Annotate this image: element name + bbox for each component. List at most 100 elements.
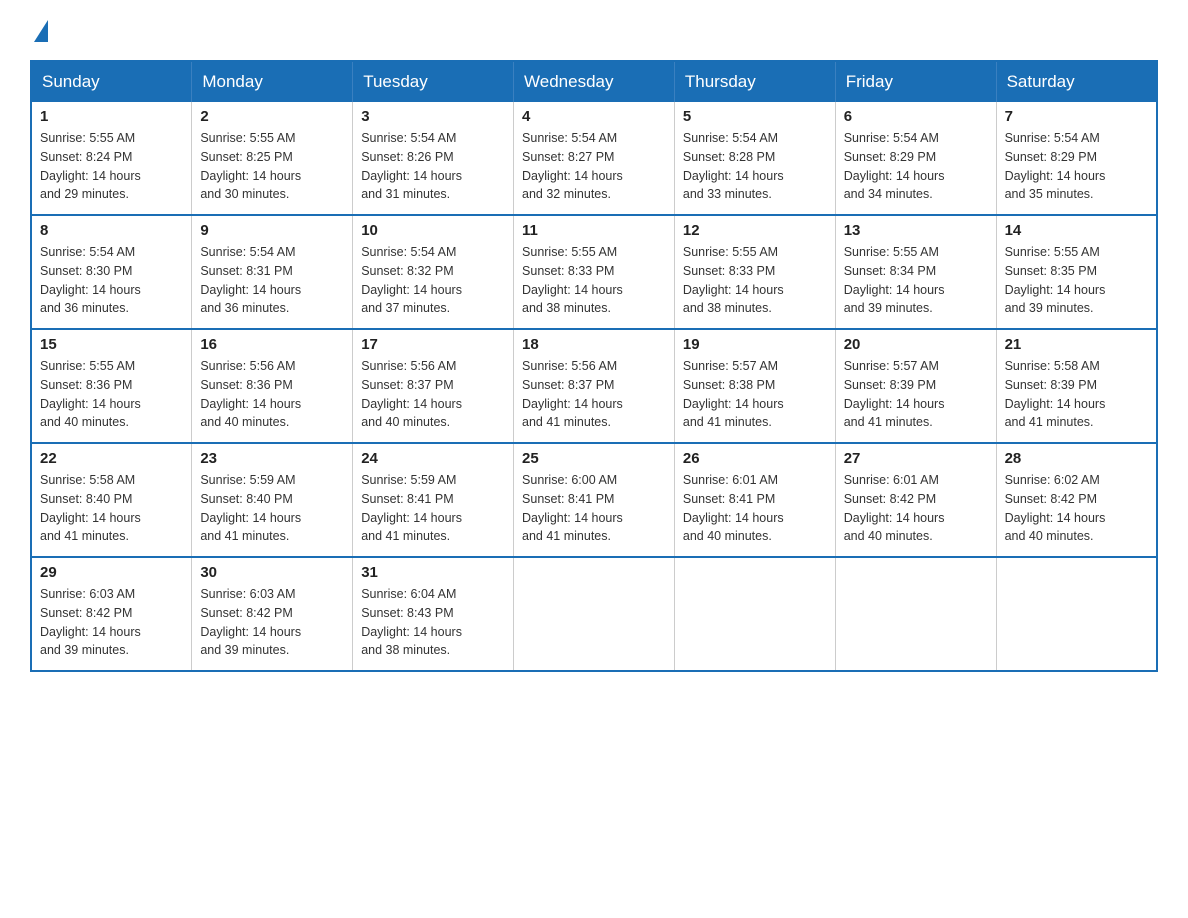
day-number: 14 [1005, 222, 1148, 239]
calendar-cell [996, 557, 1157, 671]
header-thursday: Thursday [674, 61, 835, 102]
day-info: Sunrise: 5:55 AMSunset: 8:35 PMDaylight:… [1005, 245, 1106, 315]
logo-triangle-icon [34, 20, 48, 42]
day-info: Sunrise: 6:03 AMSunset: 8:42 PMDaylight:… [40, 587, 141, 657]
day-number: 22 [40, 450, 183, 467]
day-number: 5 [683, 108, 827, 125]
day-number: 8 [40, 222, 183, 239]
day-info: Sunrise: 5:54 AMSunset: 8:26 PMDaylight:… [361, 131, 462, 201]
day-info: Sunrise: 5:54 AMSunset: 8:28 PMDaylight:… [683, 131, 784, 201]
day-number: 6 [844, 108, 988, 125]
day-info: Sunrise: 6:04 AMSunset: 8:43 PMDaylight:… [361, 587, 462, 657]
day-number: 11 [522, 222, 666, 239]
calendar-cell: 17 Sunrise: 5:56 AMSunset: 8:37 PMDaylig… [353, 329, 514, 443]
day-number: 26 [683, 450, 827, 467]
header-monday: Monday [192, 61, 353, 102]
days-header-row: SundayMondayTuesdayWednesdayThursdayFrid… [31, 61, 1157, 102]
day-number: 23 [200, 450, 344, 467]
day-number: 2 [200, 108, 344, 125]
week-row-4: 22 Sunrise: 5:58 AMSunset: 8:40 PMDaylig… [31, 443, 1157, 557]
calendar-cell: 12 Sunrise: 5:55 AMSunset: 8:33 PMDaylig… [674, 215, 835, 329]
calendar-cell: 3 Sunrise: 5:54 AMSunset: 8:26 PMDayligh… [353, 102, 514, 215]
day-number: 25 [522, 450, 666, 467]
calendar-cell: 13 Sunrise: 5:55 AMSunset: 8:34 PMDaylig… [835, 215, 996, 329]
day-number: 31 [361, 564, 505, 581]
day-number: 4 [522, 108, 666, 125]
calendar-cell: 18 Sunrise: 5:56 AMSunset: 8:37 PMDaylig… [514, 329, 675, 443]
day-number: 27 [844, 450, 988, 467]
calendar-cell: 22 Sunrise: 5:58 AMSunset: 8:40 PMDaylig… [31, 443, 192, 557]
day-number: 21 [1005, 336, 1148, 353]
page-header [30, 20, 1158, 44]
day-info: Sunrise: 5:58 AMSunset: 8:40 PMDaylight:… [40, 473, 141, 543]
calendar-cell: 31 Sunrise: 6:04 AMSunset: 8:43 PMDaylig… [353, 557, 514, 671]
week-row-5: 29 Sunrise: 6:03 AMSunset: 8:42 PMDaylig… [31, 557, 1157, 671]
calendar-cell: 29 Sunrise: 6:03 AMSunset: 8:42 PMDaylig… [31, 557, 192, 671]
day-info: Sunrise: 6:01 AMSunset: 8:41 PMDaylight:… [683, 473, 784, 543]
calendar-cell [514, 557, 675, 671]
day-number: 10 [361, 222, 505, 239]
day-number: 15 [40, 336, 183, 353]
day-number: 1 [40, 108, 183, 125]
calendar-cell: 5 Sunrise: 5:54 AMSunset: 8:28 PMDayligh… [674, 102, 835, 215]
day-number: 30 [200, 564, 344, 581]
day-number: 28 [1005, 450, 1148, 467]
calendar-cell: 30 Sunrise: 6:03 AMSunset: 8:42 PMDaylig… [192, 557, 353, 671]
day-info: Sunrise: 5:55 AMSunset: 8:33 PMDaylight:… [683, 245, 784, 315]
day-number: 16 [200, 336, 344, 353]
day-number: 18 [522, 336, 666, 353]
day-info: Sunrise: 5:54 AMSunset: 8:31 PMDaylight:… [200, 245, 301, 315]
calendar-cell: 7 Sunrise: 5:54 AMSunset: 8:29 PMDayligh… [996, 102, 1157, 215]
day-number: 12 [683, 222, 827, 239]
day-number: 29 [40, 564, 183, 581]
day-info: Sunrise: 5:57 AMSunset: 8:38 PMDaylight:… [683, 359, 784, 429]
week-row-3: 15 Sunrise: 5:55 AMSunset: 8:36 PMDaylig… [31, 329, 1157, 443]
day-info: Sunrise: 6:01 AMSunset: 8:42 PMDaylight:… [844, 473, 945, 543]
calendar-cell: 9 Sunrise: 5:54 AMSunset: 8:31 PMDayligh… [192, 215, 353, 329]
calendar-cell: 4 Sunrise: 5:54 AMSunset: 8:27 PMDayligh… [514, 102, 675, 215]
day-info: Sunrise: 5:59 AMSunset: 8:41 PMDaylight:… [361, 473, 462, 543]
day-info: Sunrise: 5:56 AMSunset: 8:37 PMDaylight:… [361, 359, 462, 429]
day-info: Sunrise: 5:55 AMSunset: 8:24 PMDaylight:… [40, 131, 141, 201]
day-info: Sunrise: 6:03 AMSunset: 8:42 PMDaylight:… [200, 587, 301, 657]
day-number: 20 [844, 336, 988, 353]
day-number: 3 [361, 108, 505, 125]
day-info: Sunrise: 5:57 AMSunset: 8:39 PMDaylight:… [844, 359, 945, 429]
day-info: Sunrise: 6:02 AMSunset: 8:42 PMDaylight:… [1005, 473, 1106, 543]
day-number: 9 [200, 222, 344, 239]
header-wednesday: Wednesday [514, 61, 675, 102]
day-number: 13 [844, 222, 988, 239]
calendar-cell: 19 Sunrise: 5:57 AMSunset: 8:38 PMDaylig… [674, 329, 835, 443]
calendar-cell: 24 Sunrise: 5:59 AMSunset: 8:41 PMDaylig… [353, 443, 514, 557]
calendar-cell: 28 Sunrise: 6:02 AMSunset: 8:42 PMDaylig… [996, 443, 1157, 557]
calendar-cell [835, 557, 996, 671]
week-row-1: 1 Sunrise: 5:55 AMSunset: 8:24 PMDayligh… [31, 102, 1157, 215]
calendar-cell [674, 557, 835, 671]
day-info: Sunrise: 5:59 AMSunset: 8:40 PMDaylight:… [200, 473, 301, 543]
calendar-cell: 14 Sunrise: 5:55 AMSunset: 8:35 PMDaylig… [996, 215, 1157, 329]
day-info: Sunrise: 5:56 AMSunset: 8:37 PMDaylight:… [522, 359, 623, 429]
header-sunday: Sunday [31, 61, 192, 102]
day-info: Sunrise: 6:00 AMSunset: 8:41 PMDaylight:… [522, 473, 623, 543]
day-info: Sunrise: 5:54 AMSunset: 8:32 PMDaylight:… [361, 245, 462, 315]
calendar-cell: 6 Sunrise: 5:54 AMSunset: 8:29 PMDayligh… [835, 102, 996, 215]
day-number: 7 [1005, 108, 1148, 125]
calendar-cell: 1 Sunrise: 5:55 AMSunset: 8:24 PMDayligh… [31, 102, 192, 215]
calendar-cell: 2 Sunrise: 5:55 AMSunset: 8:25 PMDayligh… [192, 102, 353, 215]
calendar-cell: 8 Sunrise: 5:54 AMSunset: 8:30 PMDayligh… [31, 215, 192, 329]
week-row-2: 8 Sunrise: 5:54 AMSunset: 8:30 PMDayligh… [31, 215, 1157, 329]
calendar-cell: 26 Sunrise: 6:01 AMSunset: 8:41 PMDaylig… [674, 443, 835, 557]
calendar-cell: 23 Sunrise: 5:59 AMSunset: 8:40 PMDaylig… [192, 443, 353, 557]
calendar-cell: 11 Sunrise: 5:55 AMSunset: 8:33 PMDaylig… [514, 215, 675, 329]
calendar-cell: 16 Sunrise: 5:56 AMSunset: 8:36 PMDaylig… [192, 329, 353, 443]
calendar-cell: 10 Sunrise: 5:54 AMSunset: 8:32 PMDaylig… [353, 215, 514, 329]
day-info: Sunrise: 5:55 AMSunset: 8:25 PMDaylight:… [200, 131, 301, 201]
calendar-cell: 25 Sunrise: 6:00 AMSunset: 8:41 PMDaylig… [514, 443, 675, 557]
header-friday: Friday [835, 61, 996, 102]
header-saturday: Saturday [996, 61, 1157, 102]
day-number: 17 [361, 336, 505, 353]
day-number: 24 [361, 450, 505, 467]
day-info: Sunrise: 5:55 AMSunset: 8:36 PMDaylight:… [40, 359, 141, 429]
day-info: Sunrise: 5:55 AMSunset: 8:33 PMDaylight:… [522, 245, 623, 315]
calendar-table: SundayMondayTuesdayWednesdayThursdayFrid… [30, 60, 1158, 672]
